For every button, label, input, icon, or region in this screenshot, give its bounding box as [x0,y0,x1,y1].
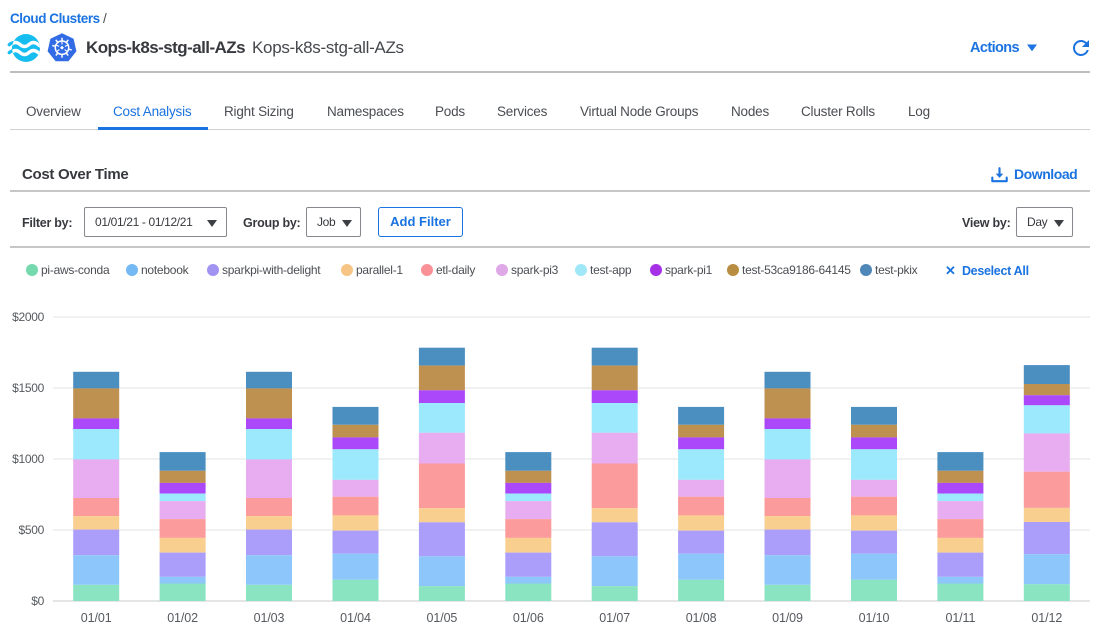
svg-text:01/11: 01/11 [945,611,975,625]
svg-text:01/08: 01/08 [686,611,717,625]
svg-text:01/05: 01/05 [427,611,458,625]
svg-text:$500: $500 [19,523,45,537]
svg-text:01/06: 01/06 [513,611,544,625]
svg-text:01/07: 01/07 [599,611,630,625]
svg-text:01/02: 01/02 [167,611,198,625]
svg-text:01/10: 01/10 [859,611,890,625]
svg-text:01/01: 01/01 [81,611,112,625]
svg-text:01/03: 01/03 [254,611,285,625]
svg-text:01/09: 01/09 [772,611,803,625]
svg-text:01/04: 01/04 [340,611,371,625]
svg-text:$1000: $1000 [12,452,44,466]
svg-text:$0: $0 [31,594,44,608]
svg-text:$1500: $1500 [12,381,44,395]
svg-text:01/12: 01/12 [1031,611,1062,625]
svg-text:$2000: $2000 [12,310,44,324]
